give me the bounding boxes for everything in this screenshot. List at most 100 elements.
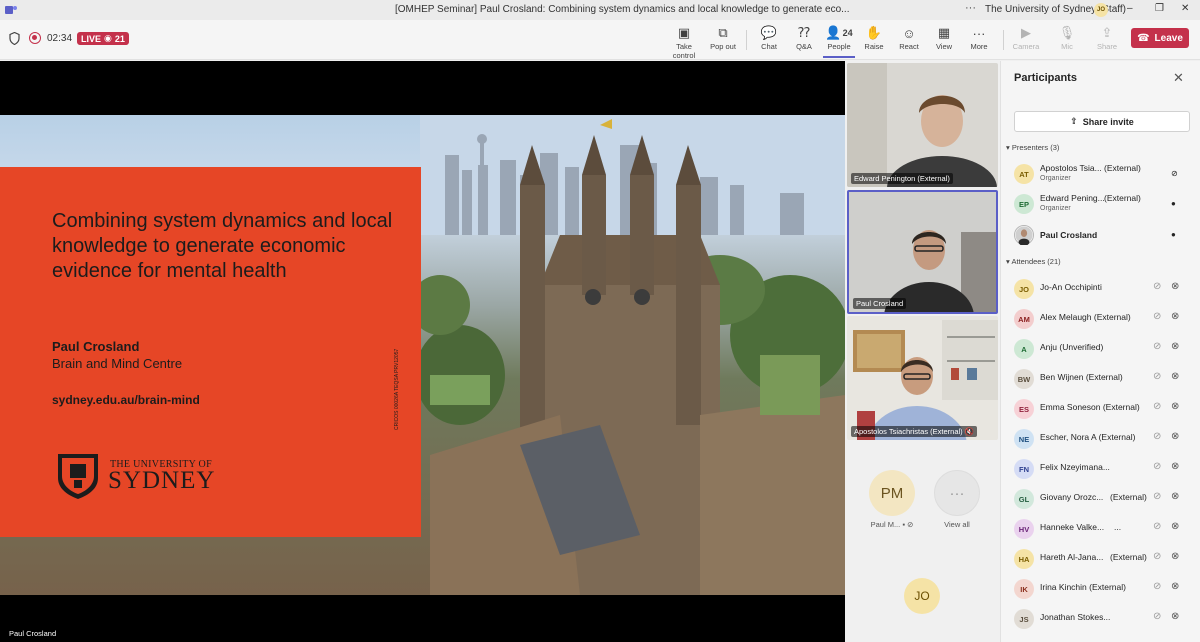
chat-button[interactable]: 💬 Chat: [749, 24, 789, 51]
video-off-icon: ⊘: [1153, 341, 1162, 352]
attendees-section-header[interactable]: ▾ Attendees (21): [1006, 257, 1061, 266]
participants-panel: Participants ✕ ⇪ Share invite ▾ Presente…: [1000, 61, 1200, 642]
view-label: View: [935, 42, 953, 51]
participant-mini-tile[interactable]: PM Paul M... ▪ ⊘: [867, 470, 917, 529]
participant-name: Edward Pening...: [1040, 193, 1105, 203]
external-tag: (External): [1110, 552, 1147, 562]
avatar: HA: [1014, 549, 1034, 569]
people-button[interactable]: 👤 24 People: [819, 24, 859, 58]
mic-muted-icon: ⊗: [1171, 371, 1180, 382]
video-tile[interactable]: Edward Penington (External): [847, 63, 998, 187]
pop-out-icon: ⧉: [718, 25, 728, 40]
more-icon: ···: [972, 25, 986, 41]
participant-name: Paul Crosland: [853, 298, 907, 309]
participant-row[interactable]: IK Irina Kinchin (External) ⊘ ⊗: [1014, 578, 1194, 602]
video-tile-active-speaker[interactable]: Paul Crosland: [847, 190, 998, 314]
close-button[interactable]: ✕: [1181, 3, 1189, 14]
slide-title: Combining system dynamics and local know…: [52, 210, 393, 282]
more-button[interactable]: ··· More: [959, 24, 999, 52]
react-icon: ☺: [902, 25, 916, 41]
participant-name: Felix Nzeyimana...: [1040, 462, 1110, 472]
minimize-button[interactable]: –: [1127, 3, 1133, 14]
avatar: GL: [1014, 489, 1034, 509]
participant-mini-tile[interactable]: JO: [897, 578, 947, 618]
video-tile[interactable]: Apostolos Tsiachristas (External) 🔇: [847, 316, 998, 440]
participant-row[interactable]: ES Emma Soneson (External) ⊘ ⊗: [1014, 398, 1194, 422]
participant-row[interactable]: AM Alex Melaugh (External) ⊘ ⊗: [1014, 308, 1194, 332]
react-button[interactable]: ☺ React: [889, 24, 929, 52]
qa-button[interactable]: ⁇ Q&A: [784, 24, 824, 51]
take-control-label: Take control: [672, 42, 696, 60]
mic-muted-icon: ⊗: [1171, 341, 1180, 352]
view-all-button[interactable]: ··· View all: [932, 470, 982, 529]
window-title: [OMHEP Seminar] Paul Crosland: Combining…: [395, 4, 850, 15]
video-gallery: Edward Penington (External) Paul Croslan…: [845, 61, 1000, 642]
raise-hand-icon: ✋: [865, 25, 883, 40]
participant-name: Hareth Al-Jana...: [1040, 552, 1104, 562]
participant-row[interactable]: Paul Crosland ●: [1014, 224, 1194, 248]
participant-name: Paul M...: [870, 520, 901, 529]
avatar: HV: [1014, 519, 1034, 539]
take-control-button[interactable]: ▣ Take control: [664, 24, 704, 60]
participant-row[interactable]: HV Hanneke Valke...... ⊘ ⊗: [1014, 518, 1194, 542]
mic-muted-icon: ⊗: [1171, 461, 1180, 472]
close-icon[interactable]: ✕: [1173, 70, 1184, 86]
qa-icon: ⁇: [798, 25, 810, 40]
avatar: A: [1014, 339, 1034, 359]
share-label: Share: [1096, 42, 1117, 51]
viewer-count: 21: [114, 33, 125, 44]
participant-row[interactable]: HA Hareth Al-Jana... (External) ⊘ ⊗: [1014, 548, 1194, 572]
participant-row[interactable]: AT Apostolos Tsia... (External) Organizer ⊘: [1014, 163, 1194, 187]
participant-row[interactable]: JO Jo-An Occhipinti ⊘ ⊗: [1014, 278, 1194, 302]
participant-name: Ben Wijnen (External): [1040, 372, 1123, 382]
avatar: FN: [1014, 459, 1034, 479]
raise-hand-button[interactable]: ✋ Raise: [854, 24, 894, 51]
participant-row[interactable]: FN Felix Nzeyimana... ⊘ ⊗: [1014, 458, 1194, 482]
chat-icon: 💬: [760, 25, 778, 40]
participant-row[interactable]: A Anju (Unverified) ⊘ ⊗: [1014, 338, 1194, 362]
participant-name: Giovany Orozc...: [1040, 492, 1104, 502]
external-tag: (External): [1104, 163, 1141, 173]
presenters-section-header[interactable]: ▾ Presenters (3): [1006, 143, 1059, 152]
video-off-icon: ⊘: [1153, 281, 1162, 292]
participant-row[interactable]: GL Giovany Orozc... (External) ⊘ ⊗: [1014, 488, 1194, 512]
presenters-label: Presenters (3): [1011, 143, 1060, 152]
eye-icon: ◉: [104, 33, 112, 43]
mic-muted-icon: ⊘: [907, 520, 914, 529]
mic-label: Mic: [1061, 42, 1073, 51]
share-button[interactable]: ⇪ Share: [1087, 24, 1127, 51]
shared-by-label: Paul Crosland: [5, 628, 61, 639]
leave-button[interactable]: ☎ Leave: [1131, 28, 1189, 48]
chat-label: Chat: [761, 42, 777, 51]
toolbar-divider: [746, 30, 747, 50]
avatar: AT: [1014, 164, 1034, 184]
view-button[interactable]: ▦ View: [924, 24, 964, 51]
participant-row[interactable]: EP Edward Pening... (External) Organizer ●: [1014, 193, 1194, 217]
mic-muted-icon: ⊗: [1171, 581, 1180, 592]
more-options-icon[interactable]: ···: [965, 2, 976, 14]
participant-name: Jo-An Occhipinti: [1040, 282, 1102, 292]
participant-row[interactable]: JS Jonathan Stokes... ⊘ ⊗: [1014, 608, 1194, 632]
video-off-icon: ⊘: [1153, 371, 1162, 382]
participant-name: Paul Crosland: [1040, 230, 1098, 240]
participant-name: Alex Melaugh (External): [1040, 312, 1131, 322]
participant-row[interactable]: NE Escher, Nora A (External) ⊘ ⊗: [1014, 428, 1194, 452]
slide-url: sydney.edu.au/brain-mind: [52, 393, 200, 407]
video-off-icon: ⊘: [1153, 401, 1162, 412]
restore-button[interactable]: ❐: [1155, 3, 1164, 14]
chevron-down-icon: ▾: [1006, 143, 1010, 152]
participant-row[interactable]: BW Ben Wijnen (External) ⊘ ⊗: [1014, 368, 1194, 392]
mic-button[interactable]: 🎙 Mic: [1047, 24, 1087, 51]
profile-photo-icon: [1015, 226, 1033, 245]
pop-out-button[interactable]: ⧉ Pop out: [703, 24, 743, 51]
mic-icon: ●: [1171, 230, 1176, 239]
avatar: NE: [1014, 429, 1034, 449]
avatar: JO: [1014, 279, 1034, 299]
share-invite-button[interactable]: ⇪ Share invite: [1014, 111, 1190, 132]
external-tag: (External): [1104, 193, 1141, 203]
qa-label: Q&A: [796, 42, 812, 51]
camera-button[interactable]: ▶ Camera: [1006, 24, 1046, 51]
account-avatar[interactable]: JO: [1094, 3, 1108, 17]
participant-name: Escher, Nora A (External): [1040, 432, 1136, 442]
mic-icon: 🎙: [1058, 25, 1076, 40]
